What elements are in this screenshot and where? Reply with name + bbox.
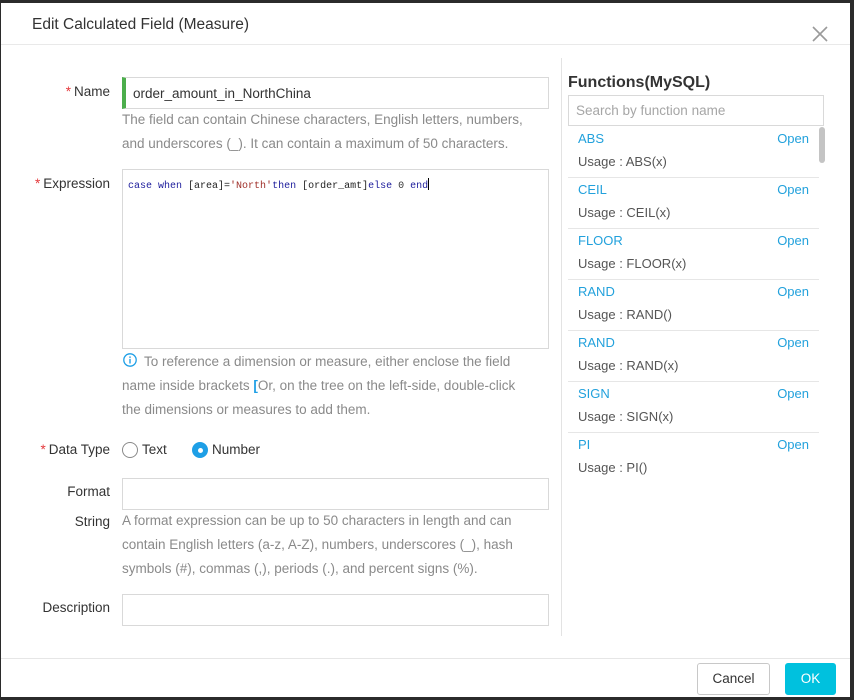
required-mark: * [34,176,41,191]
format-string-input[interactable] [122,478,549,510]
function-open-link[interactable]: Open [777,180,809,200]
function-item[interactable]: PI Open Usage : PI() [568,433,819,476]
function-open-link[interactable]: Open [777,231,809,251]
hint-text: the dimensions or measures to add them. [122,402,371,417]
format-string-label: Format String [1,477,110,537]
function-item[interactable]: CEIL Open Usage : CEIL(x) [568,178,819,229]
ok-button[interactable]: OK [785,663,836,695]
data-type-label-text: Data Type [48,442,110,457]
function-open-link[interactable]: Open [777,282,809,302]
text-cursor [428,178,430,190]
name-label: * Name [1,82,110,102]
expression-token-keyword: end [404,181,429,192]
function-search-input[interactable] [568,95,824,126]
required-mark: * [65,84,71,99]
cancel-button[interactable]: Cancel [697,663,770,695]
function-item[interactable]: ABS Open Usage : ABS(x) [568,127,819,178]
expression-token-string: 'North' [230,181,273,192]
function-usage: Usage : PI() [578,460,648,475]
function-name: CEIL [578,182,607,197]
description-label: Description [42,600,110,615]
function-open-link[interactable]: Open [777,129,809,149]
function-name: PI [578,437,591,452]
header-divider [1,44,850,45]
name-help-line: The field can contain Chinese characters… [122,112,523,127]
function-item[interactable]: RAND Open Usage : RAND() [568,280,819,331]
expression-token-field: [area] [188,181,225,192]
hint-text: To reference a dimension or measure, eit… [144,354,511,369]
format-help-line: contain English letters (a-z, A-Z), numb… [122,537,513,552]
hint-text: name inside brackets [122,378,254,393]
format-help-line: A format expression can be up to 50 char… [122,513,512,528]
hint-line: To reference a dimension or measure, eit… [122,350,515,374]
function-name: RAND [578,335,615,350]
expression-token-keyword: else [368,181,399,192]
function-item[interactable]: RAND Open Usage : RAND(x) [568,331,819,382]
function-open-link[interactable]: Open [777,333,809,353]
function-name: FLOOR [578,233,623,248]
hint-line: the dimensions or measures to add them. [122,398,515,422]
data-type-label: * Data Type [1,440,110,460]
format-string-label-line: String [74,514,110,529]
name-help-text: The field can contain Chinese characters… [122,108,523,156]
function-list[interactable]: ABS Open Usage : ABS(x) CEIL Open Usage … [568,127,819,476]
function-open-link[interactable]: Open [777,435,809,455]
expression-label-text: Expression [43,176,110,191]
expression-label: * Expression [1,174,110,194]
format-string-help-text: A format expression can be up to 50 char… [122,509,513,581]
name-input[interactable] [122,77,549,109]
hint-text: Or, on the tree on the left-side, double… [257,378,516,393]
edit-calculated-field-dialog: Edit Calculated Field (Measure) *Name Th… [1,3,850,697]
radio-text-label[interactable]: Text [142,440,167,460]
footer-divider [1,658,850,659]
name-label-text: Name [73,84,110,99]
format-help-line: symbols (#), commas (,), periods (.), an… [122,561,478,576]
function-item[interactable]: SIGN Open Usage : SIGN(x) [568,382,819,433]
hint-line: name inside brackets [Or, on the tree on… [122,374,515,398]
function-usage: Usage : RAND() [578,307,672,322]
expression-editor[interactable]: case when [area]='North'then [order_amt]… [122,169,549,349]
format-string-label-line: Format [67,484,110,499]
function-name: SIGN [578,386,610,401]
function-usage: Usage : CEIL(x) [578,205,671,220]
radio-number[interactable] [192,442,208,458]
expression-token-keyword: case when [128,181,189,192]
function-open-link[interactable]: Open [777,384,809,404]
function-item[interactable]: FLOOR Open Usage : FLOOR(x) [568,229,819,280]
info-icon [123,353,137,368]
function-list-scrollbar-thumb[interactable] [819,127,825,163]
name-help-line: and underscores (_). It can contain a ma… [122,136,509,151]
panel-divider [561,58,562,636]
radio-number-label[interactable]: Number [212,440,260,460]
function-usage: Usage : RAND(x) [578,358,679,373]
description-input[interactable] [122,594,549,626]
function-usage: Usage : SIGN(x) [578,409,674,424]
functions-panel-title: Functions(MySQL) [568,74,711,91]
function-usage: Usage : FLOOR(x) [578,256,687,271]
function-name: RAND [578,284,615,299]
expression-token-field: [order_amt] [302,181,369,192]
dialog-title: Edit Calculated Field (Measure) [32,16,250,33]
radio-text[interactable] [122,442,138,458]
data-type-radio-group: Text Number [122,440,322,460]
function-usage: Usage : ABS(x) [578,154,667,169]
expression-token-keyword: then [272,181,303,192]
function-name: ABS [578,131,605,146]
required-mark: * [40,442,46,457]
close-icon[interactable] [810,24,830,44]
expression-hint: To reference a dimension or measure, eit… [122,350,515,422]
